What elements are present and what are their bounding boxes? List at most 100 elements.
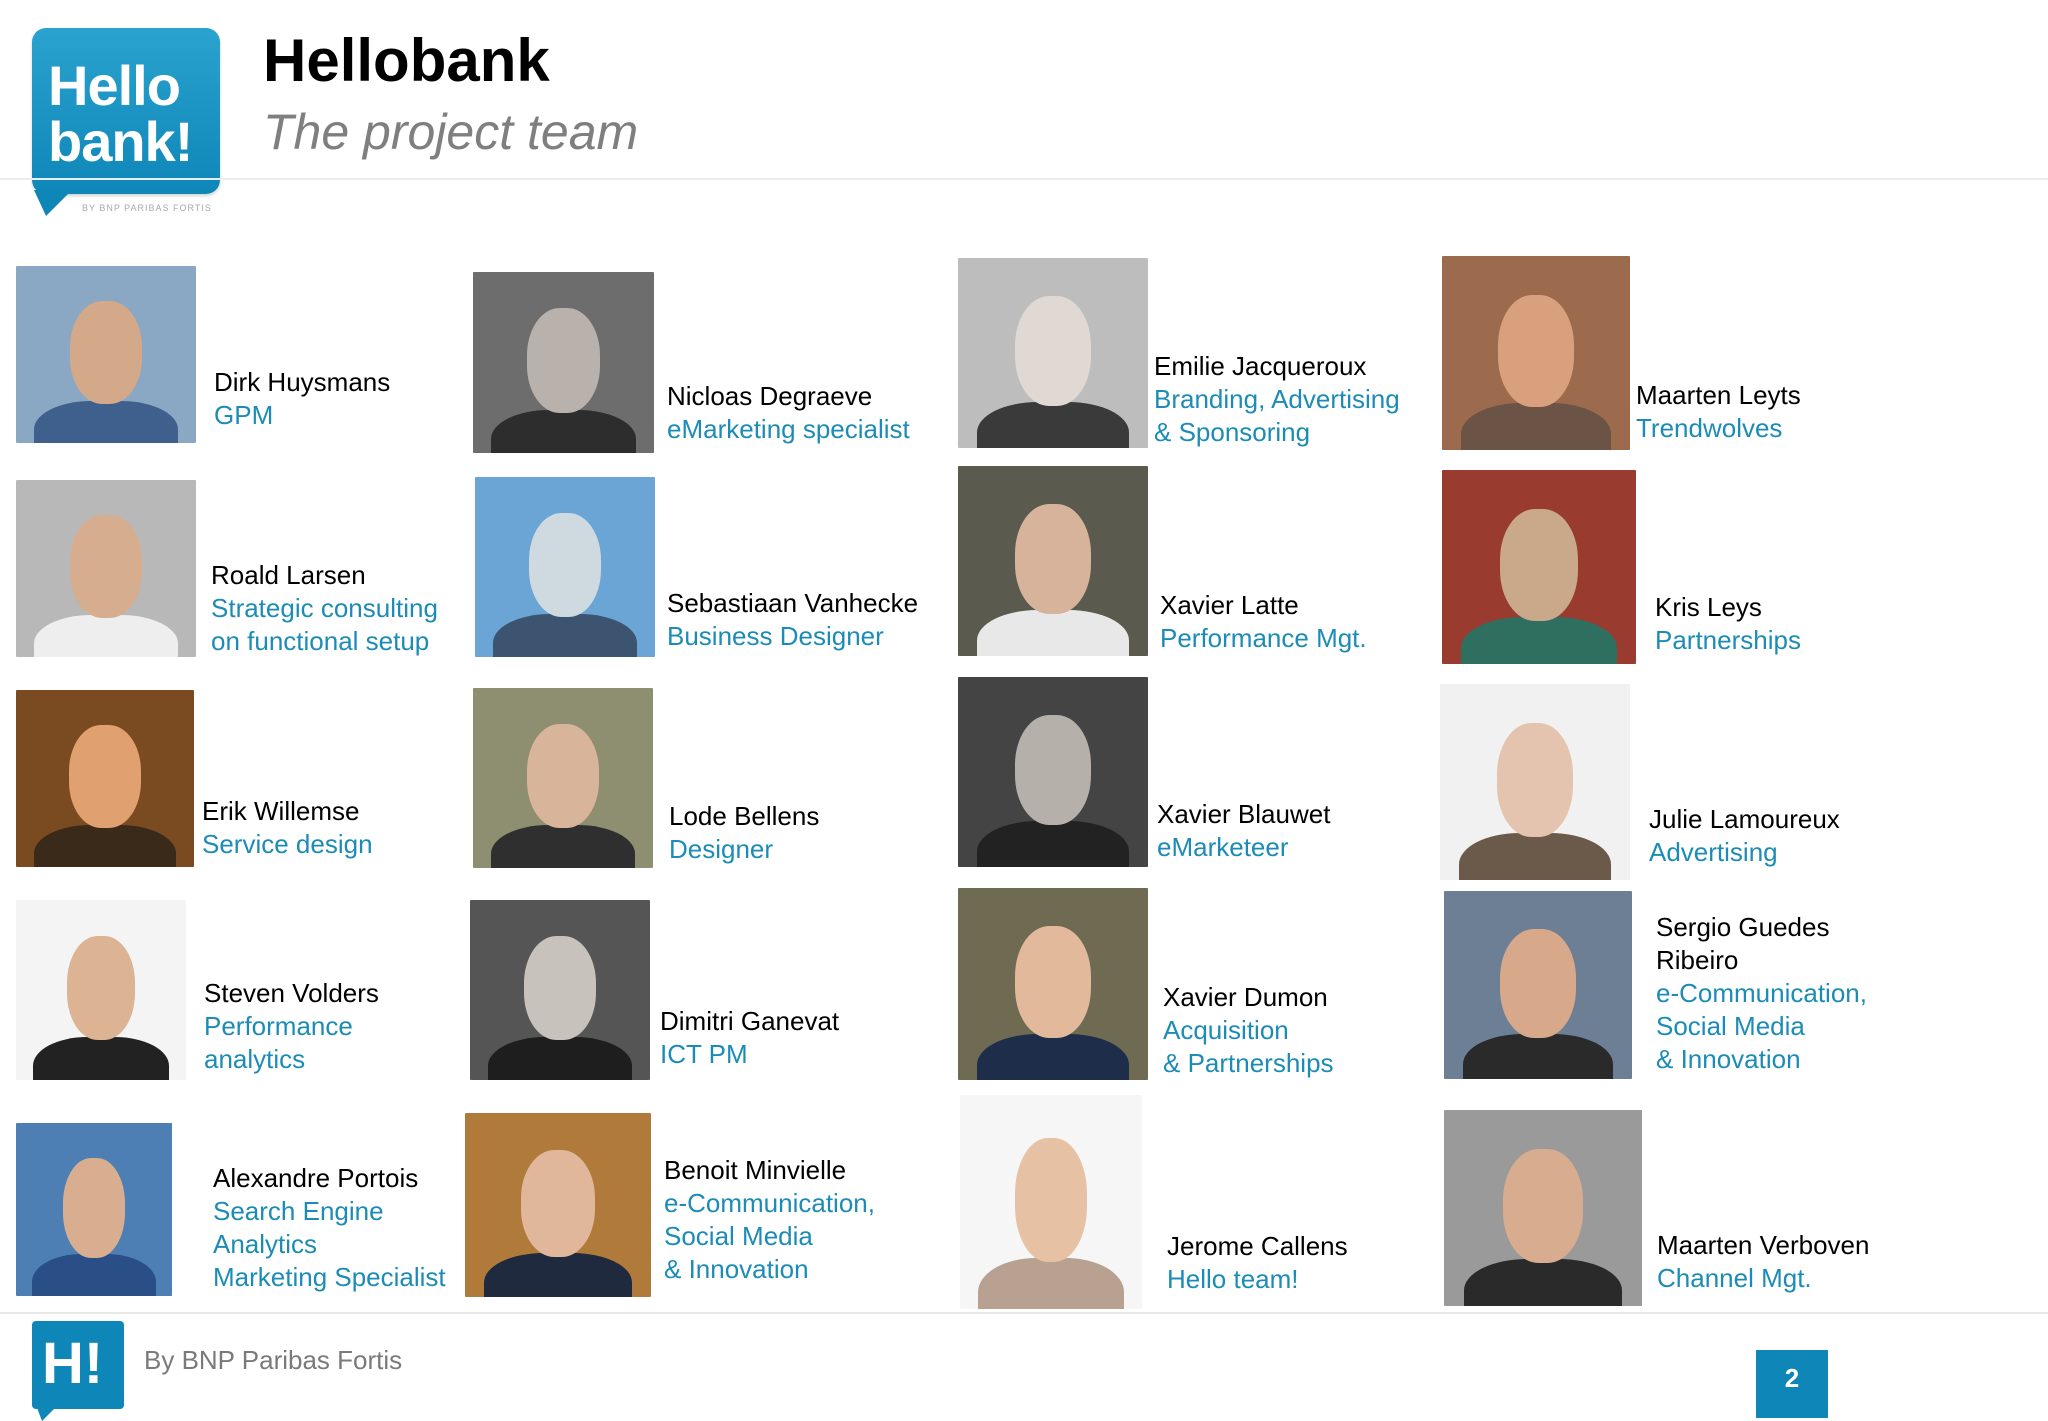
- photo-face: [1503, 1149, 1583, 1263]
- team-member-name: Dimitri Ganevat: [660, 1006, 840, 1036]
- team-member-name: Nicloas Degraeve: [667, 381, 873, 411]
- team-member-role: Branding, Advertising & Sponsoring: [1154, 384, 1400, 447]
- photo-shoulders: [977, 402, 1129, 448]
- team-member-role: Hello team!: [1167, 1264, 1299, 1294]
- team-member-name: Emilie Jacqueroux: [1154, 351, 1367, 381]
- photo-shoulders: [483, 1252, 633, 1297]
- team-member-role: ICT PM: [660, 1039, 748, 1069]
- photo-face: [1015, 504, 1091, 615]
- photo-face: [1014, 1137, 1088, 1262]
- photo-face: [1015, 926, 1091, 1038]
- team-member-caption: Lode Bellens Designer: [669, 800, 819, 866]
- footer-text: By BNP Paribas Fortis: [144, 1345, 403, 1375]
- photo-face: [1498, 294, 1574, 408]
- logo-tagline: by BNP Paribas Fortis: [82, 203, 212, 213]
- team-member-photo: [1444, 1110, 1642, 1306]
- team-member-caption: Sergio Guedes Ribeiro e-Communication, So…: [1656, 911, 1867, 1076]
- team-member-photo: [958, 888, 1148, 1080]
- team-member-caption: Julie Lamoureux Advertising: [1649, 803, 1840, 869]
- page-title: Hellobank: [263, 27, 550, 94]
- team-member-name: Kris Leys: [1655, 592, 1762, 622]
- photo-shoulders: [1462, 1033, 1614, 1079]
- photo-face: [527, 724, 599, 829]
- team-member-photo: [16, 266, 196, 443]
- photo-face: [524, 936, 596, 1041]
- team-member-name: Steven Volders: [204, 978, 379, 1008]
- photo-face: [1500, 508, 1578, 622]
- team-member-caption: Nicloas Degraeve eMarketing specialist: [667, 380, 910, 446]
- photo-face: [70, 515, 142, 619]
- photo-face: [69, 725, 141, 829]
- team-member-caption: Jerome Callens Hello team!: [1167, 1230, 1348, 1296]
- photo-face: [527, 308, 600, 414]
- team-member-name: Alexandre Portois: [213, 1163, 419, 1193]
- footer-divider: [0, 1312, 2048, 1314]
- photo-face: [1497, 723, 1573, 837]
- team-member-photo: [958, 677, 1148, 867]
- team-member-caption: Sebastiaan Vanhecke Business Designer: [667, 587, 918, 653]
- team-member-photo: [473, 688, 653, 868]
- team-member-name: Sergio Guedes Ribeiro: [1656, 912, 1830, 975]
- team-member-role: e-Communication, Social Media & Innovati…: [664, 1188, 875, 1284]
- team-member-role: Strategic consulting on functional setup: [211, 593, 438, 656]
- photo-face: [70, 301, 142, 405]
- team-member-caption: Steven Volders Performance analytics: [204, 977, 379, 1076]
- team-member-role: eMarketeer: [1157, 832, 1289, 862]
- footer-logo-tail: [36, 1405, 58, 1421]
- team-member-photo: [1442, 470, 1636, 664]
- team-member-name: Xavier Latte: [1160, 590, 1299, 620]
- team-member-photo: [16, 900, 186, 1080]
- team-member-photo: [16, 690, 194, 867]
- team-member-name: Lode Bellens: [669, 801, 820, 831]
- photo-face: [529, 513, 601, 618]
- photo-shoulders: [1461, 617, 1617, 664]
- photo-shoulders: [493, 613, 637, 657]
- footer-logo-text: H!: [42, 1331, 104, 1396]
- team-member-photo: [16, 1123, 172, 1296]
- team-member-name: Xavier Dumon: [1163, 982, 1328, 1012]
- team-member-name: Maarten Verboven: [1657, 1230, 1870, 1260]
- photo-shoulders: [1459, 832, 1611, 880]
- hellobank-logo: Hello bank!: [32, 28, 220, 194]
- photo-shoulders: [34, 614, 178, 657]
- team-member-caption: Emilie Jacqueroux Branding, Advertising &…: [1154, 350, 1400, 449]
- team-member-caption: Xavier Dumon Acquisition & Partnerships: [1163, 981, 1334, 1080]
- logo-speech-tail: [34, 190, 72, 216]
- team-member-role: Acquisition & Partnerships: [1163, 1015, 1334, 1078]
- team-member-role: e-Communication, Social Media & Innovati…: [1656, 978, 1867, 1074]
- photo-face: [1015, 715, 1091, 826]
- team-member-role: Advertising: [1649, 837, 1778, 867]
- photo-shoulders: [488, 1036, 632, 1080]
- footer-logo: H!: [32, 1321, 124, 1409]
- photo-shoulders: [978, 1257, 1124, 1309]
- photo-shoulders: [977, 610, 1129, 656]
- photo-shoulders: [977, 1033, 1129, 1080]
- photo-shoulders: [31, 1254, 157, 1296]
- team-member-photo: [470, 900, 650, 1080]
- team-member-caption: Xavier Blauwet eMarketeer: [1157, 798, 1330, 864]
- photo-shoulders: [33, 1036, 169, 1080]
- team-member-caption: Erik Willemse Service design: [202, 795, 373, 861]
- team-member-role: Partnerships: [1655, 625, 1801, 655]
- team-member-caption: Alexandre Portois Search Engine Analytics…: [213, 1162, 446, 1294]
- photo-shoulders: [491, 409, 636, 453]
- team-member-caption: Dirk Huysmans GPM: [214, 366, 390, 432]
- team-member-role: Designer: [669, 834, 774, 864]
- photo-face: [520, 1149, 596, 1257]
- team-member-photo: [958, 258, 1148, 448]
- page-subtitle: The project team: [263, 104, 639, 160]
- team-member-caption: Maarten Leyts Trendwolves: [1636, 379, 1801, 445]
- team-member-photo: [1444, 891, 1632, 1079]
- photo-shoulders: [491, 824, 635, 868]
- team-member-name: Benoit Minvielle: [664, 1155, 847, 1185]
- team-member-photo: [465, 1113, 651, 1297]
- team-member-name: Maarten Leyts: [1636, 380, 1801, 410]
- team-member-name: Erik Willemse: [202, 796, 360, 826]
- photo-face: [67, 936, 135, 1041]
- photo-face: [1500, 928, 1576, 1038]
- photo-shoulders: [34, 400, 178, 443]
- photo-shoulders: [33, 824, 177, 867]
- team-member-role: Service design: [202, 829, 373, 859]
- logo-text: Hello bank!: [48, 54, 193, 173]
- team-member-name: Xavier Blauwet: [1157, 799, 1331, 829]
